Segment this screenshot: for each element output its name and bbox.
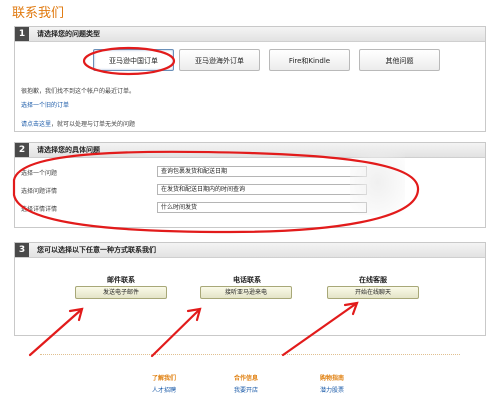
tab-amazon-china-orders[interactable]: 亚马逊中国订单 — [93, 49, 174, 71]
click-here-suffix: ，就可以处理与订单无关的问题 — [51, 121, 136, 128]
section-header: 3 您可以选择以下任意一种方式联系我们 — [15, 243, 485, 258]
question-select[interactable]: 查询包裹发货和配送日期 — [157, 166, 367, 177]
step-number: 3 — [15, 243, 29, 257]
send-email-button[interactable]: 发送电子邮件 — [75, 286, 167, 299]
select-old-order-link[interactable]: 选择一个旧的订单 — [21, 100, 69, 109]
no-recent-orders-notice: 很抱歉，我们找不到这个帐户的最近订单。 — [21, 88, 136, 95]
question-detail-select[interactable]: 在发货和配送日期内的时间查询 — [157, 184, 367, 195]
footer-heading-shopping-guide: 购物指南 — [320, 375, 345, 382]
question-label: 选择一个问题 — [21, 170, 58, 177]
section-header: 2 请选择您的具体问题 — [15, 143, 485, 158]
detail-detail-label: 选择详情详情 — [21, 206, 58, 213]
phone-contact-heading: 电话联系 — [233, 276, 261, 284]
section-header: 1 请选择您的问题类型 — [15, 27, 485, 42]
page-title: 联系我们 — [12, 6, 65, 21]
contact-method-section: 3 您可以选择以下任意一种方式联系我们 邮件联系 电话联系 在线客服 发送电子邮… — [14, 242, 486, 336]
receive-call-button[interactable]: 接听亚马逊来电 — [200, 286, 292, 299]
blur-smudge — [350, 150, 405, 215]
question-detail-label: 选择问题详情 — [21, 188, 58, 195]
click-here-line: 请点击这里，就可以处理与订单无关的问题 — [21, 111, 135, 130]
footer-link-open-store[interactable]: 我要开店 — [234, 385, 258, 394]
email-contact-heading: 邮件联系 — [107, 276, 135, 284]
online-chat-heading: 在线客服 — [359, 276, 387, 284]
step-number: 2 — [15, 143, 29, 157]
footer-heading-cooperation: 合作信息 — [234, 375, 259, 382]
tab-amazon-overseas-orders[interactable]: 亚马逊海外订单 — [179, 49, 260, 71]
footer-heading-about: 了解我们 — [152, 375, 177, 382]
section-title: 您可以选择以下任意一种方式联系我们 — [37, 246, 156, 254]
specific-question-section: 2 请选择您的具体问题 选择一个问题 查询包裹发货和配送日期 选择问题详情 在发… — [14, 142, 486, 228]
footer-link-potential[interactable]: 潜力股票 — [320, 385, 344, 394]
footer-divider — [40, 354, 460, 356]
tab-other-issues[interactable]: 其他问题 — [359, 49, 440, 71]
click-here-link[interactable]: 请点击这里 — [21, 121, 51, 128]
detail-detail-select[interactable]: 什么时间发货 — [157, 202, 367, 213]
tab-fire-kindle[interactable]: Fire和Kindle — [269, 49, 350, 71]
question-type-section: 1 请选择您的问题类型 亚马逊中国订单 亚马逊海外订单 Fire和Kindle … — [14, 26, 486, 132]
step-number: 1 — [15, 27, 29, 41]
section-title: 请选择您的问题类型 — [37, 30, 100, 38]
footer-link-careers[interactable]: 人才招聘 — [152, 385, 176, 394]
section-title: 请选择您的具体问题 — [37, 146, 100, 154]
start-chat-button[interactable]: 开始在线聊天 — [327, 286, 419, 299]
